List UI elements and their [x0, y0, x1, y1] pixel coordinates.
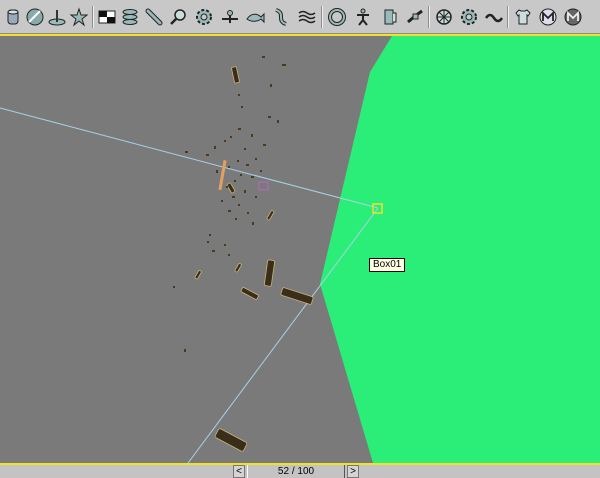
wave-line-icon[interactable]: [483, 6, 505, 28]
shirt-icon[interactable]: [512, 6, 534, 28]
star-icon[interactable]: [68, 6, 90, 28]
pivot-icon[interactable]: [219, 6, 241, 28]
ground-plane: [320, 36, 600, 463]
gear-icon[interactable]: [458, 6, 480, 28]
time-slider-track[interactable]: < 52 / 100 >: [233, 465, 359, 478]
toolbar-separator: [321, 6, 323, 28]
checker-icon[interactable]: [96, 6, 118, 28]
waves-icon[interactable]: [296, 6, 318, 28]
shell-particles: [194, 66, 314, 452]
emitter-axis-line: [0, 107, 379, 209]
pen-icon[interactable]: [143, 6, 165, 28]
tube-icon[interactable]: [2, 6, 24, 28]
spring-icon[interactable]: [119, 6, 141, 28]
target-helper: [258, 181, 269, 191]
main-toolbar: [0, 0, 600, 34]
torus-icon[interactable]: [326, 6, 348, 28]
figure-icon[interactable]: [352, 6, 374, 28]
debris-particles: [173, 56, 286, 352]
pin-icon[interactable]: [46, 6, 68, 28]
time-slider-prev-button[interactable]: <: [233, 465, 245, 478]
cylinder-icon[interactable]: [378, 6, 400, 28]
sphere-icon[interactable]: [24, 6, 46, 28]
toolbar-separator: [92, 6, 94, 28]
time-slider-next-button[interactable]: >: [347, 465, 359, 478]
viewport-scene: [0, 36, 600, 463]
fish-icon[interactable]: [244, 6, 266, 28]
time-slider-bar: < 52 / 100 >: [0, 463, 600, 478]
toolbar-separator: [507, 6, 509, 28]
tilt-icon[interactable]: [404, 6, 426, 28]
ribbon-icon[interactable]: [270, 6, 292, 28]
material-m-icon[interactable]: [537, 6, 559, 28]
emitter-helper: [218, 160, 227, 191]
magnifier-icon[interactable]: [167, 6, 189, 28]
toolbar-separator: [428, 6, 430, 28]
gear-icon[interactable]: [193, 6, 215, 28]
material-m-dark-icon[interactable]: [562, 6, 584, 28]
wheel-icon[interactable]: [433, 6, 455, 28]
object-name-tooltip: Box01: [369, 258, 406, 272]
time-slider-thumb[interactable]: 52 / 100: [247, 465, 345, 478]
perspective-viewport[interactable]: Box01: [0, 34, 600, 463]
